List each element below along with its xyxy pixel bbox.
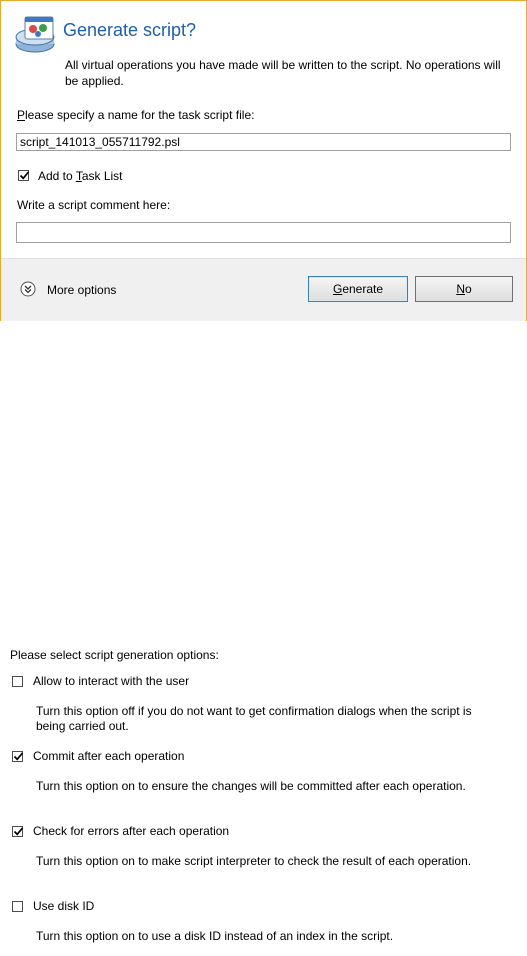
dialog-footer: More options Generate No	[1, 258, 526, 321]
checkmark-icon	[19, 171, 30, 180]
no-button[interactable]: No	[415, 276, 513, 302]
script-comment-input[interactable]	[16, 222, 511, 243]
allow-interact-checkbox[interactable]	[12, 676, 23, 687]
dialog-title: Generate script?	[63, 20, 197, 40]
use-disk-id-description: Turn this option on to use a disk ID ins…	[36, 929, 394, 943]
allow-interact-label: Allow to interact with the user	[33, 674, 190, 688]
add-to-task-list-label-rest: ask List	[81, 169, 123, 183]
generate-button[interactable]: Generate	[308, 276, 408, 302]
script-disk-icon	[13, 15, 59, 55]
generate-script-dialog: Generate script? All virtual operations …	[0, 0, 527, 321]
script-name-label: Please specify a name for the task scrip…	[17, 108, 254, 122]
commit-after-each-checkbox[interactable]	[12, 751, 24, 762]
generate-button-mnemonic: G	[332, 282, 343, 296]
check-errors-description: Turn this option on to make script inter…	[36, 854, 472, 868]
checkmark-icon	[13, 752, 24, 761]
add-to-task-list-label-prefix: Add to	[38, 169, 76, 183]
dialog-description: All virtual operations you have made wil…	[65, 58, 501, 88]
chevron-double-down-icon[interactable]	[20, 281, 36, 297]
more-options-link[interactable]: More options	[47, 283, 116, 297]
no-button-mnemonic: N	[456, 282, 465, 296]
checkmark-icon	[13, 827, 24, 836]
script-name-label-text: lease specify a name for the task script…	[25, 108, 255, 122]
script-name-input[interactable]	[16, 133, 511, 151]
check-errors-label: Check for errors after each operation	[33, 824, 230, 838]
no-button-text: o	[464, 282, 472, 296]
add-to-task-list-label: Add to Task List	[38, 169, 123, 183]
script-name-label-mnemonic: P	[17, 108, 26, 122]
use-disk-id-label: Use disk ID	[33, 899, 95, 913]
check-errors-checkbox[interactable]	[12, 826, 24, 837]
use-disk-id-checkbox[interactable]	[12, 901, 23, 912]
allow-interact-description: Turn this option off if you do not want …	[36, 704, 472, 733]
options-heading: Please select script generation options:	[10, 648, 219, 662]
commit-after-each-description: Turn this option on to ensure the change…	[36, 779, 466, 793]
add-to-task-list-checkbox[interactable]	[18, 170, 30, 181]
comment-label: Write a script comment here:	[17, 198, 171, 212]
commit-after-each-label: Commit after each operation	[33, 749, 185, 763]
generate-button-text: enerate	[342, 282, 384, 296]
